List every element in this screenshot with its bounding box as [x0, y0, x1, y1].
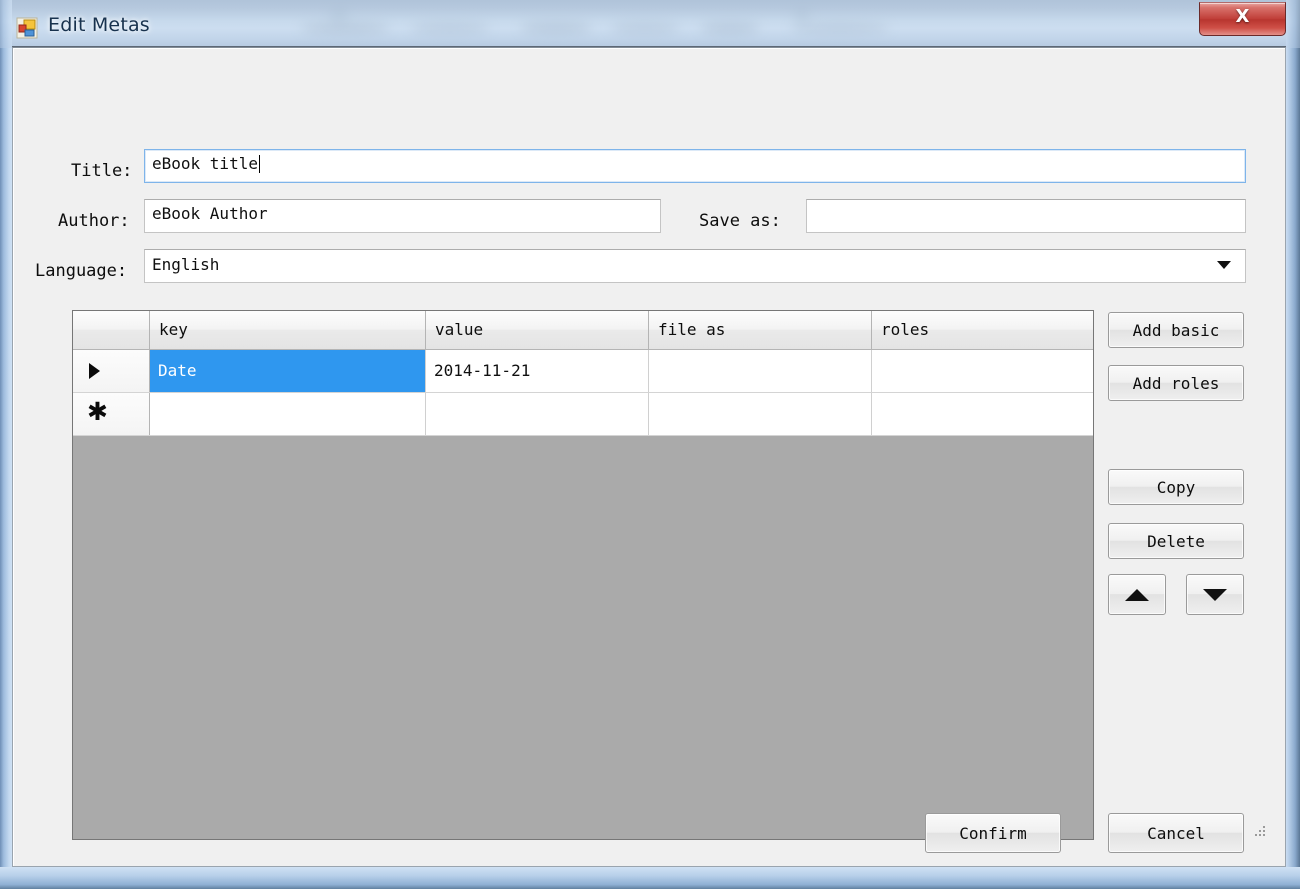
- grid-column-header-value[interactable]: value: [426, 311, 649, 349]
- title-bar[interactable]: Edit Metas X: [0, 0, 1300, 48]
- cancel-label: Cancel: [1147, 824, 1205, 843]
- metadata-grid[interactable]: key value file as roles Date 2014-11-21: [72, 310, 1094, 840]
- grid-header-row: key value file as roles: [73, 311, 1093, 350]
- language-label: Language:: [35, 261, 128, 281]
- language-select[interactable]: English: [144, 249, 1246, 283]
- current-row-arrow-icon: [89, 363, 100, 379]
- grid-column-header-fileas[interactable]: file as: [649, 311, 872, 349]
- grid-newrow-cell-value[interactable]: [426, 393, 649, 435]
- title-input-value: eBook title: [152, 154, 258, 173]
- grid-column-header-roles[interactable]: roles: [872, 311, 1093, 349]
- row-header-new[interactable]: ✱: [73, 393, 150, 435]
- grid-select-all-corner[interactable]: [73, 311, 150, 349]
- grid-newrow-cell-roles[interactable]: [872, 393, 1093, 435]
- dialog-client-area: Title: eBook title Author: eBook Author …: [12, 47, 1286, 867]
- copy-button[interactable]: Copy: [1108, 469, 1244, 505]
- desktop-backdrop: Edit Metas X Title: eBook title Author: …: [0, 0, 1300, 889]
- author-input[interactable]: eBook Author: [144, 199, 661, 233]
- save-as-label: Save as:: [699, 211, 781, 231]
- title-input[interactable]: eBook title: [144, 149, 1246, 183]
- window-border-right: [1286, 0, 1300, 889]
- grid-empty-area: [73, 436, 1093, 839]
- add-basic-label: Add basic: [1132, 321, 1220, 340]
- author-input-value: eBook Author: [152, 204, 268, 223]
- move-down-button[interactable]: [1186, 574, 1244, 615]
- language-selected-value: English: [152, 255, 220, 274]
- winform-icon: [16, 17, 38, 39]
- grid-cell-fileas[interactable]: [649, 350, 872, 392]
- resize-grip[interactable]: [1253, 826, 1267, 840]
- window-border-left: [0, 0, 12, 889]
- copy-label: Copy: [1156, 478, 1196, 497]
- move-up-button[interactable]: [1108, 574, 1166, 615]
- add-basic-button[interactable]: Add basic: [1108, 312, 1244, 348]
- close-icon: X: [1235, 6, 1250, 27]
- table-row[interactable]: Date 2014-11-21: [73, 350, 1093, 393]
- dialog-window: Edit Metas X Title: eBook title Author: …: [0, 0, 1300, 889]
- add-roles-label: Add roles: [1132, 374, 1220, 393]
- add-roles-button[interactable]: Add roles: [1108, 365, 1244, 401]
- close-button[interactable]: X: [1199, 2, 1286, 36]
- row-header-current[interactable]: [73, 350, 150, 392]
- grid-cell-roles[interactable]: [872, 350, 1093, 392]
- chevron-down-icon: [1217, 261, 1231, 269]
- text-caret: [258, 155, 260, 173]
- table-row-new[interactable]: ✱: [73, 393, 1093, 436]
- save-as-input[interactable]: [806, 199, 1246, 233]
- grid-newrow-cell-fileas[interactable]: [649, 393, 872, 435]
- grid-newrow-cell-key[interactable]: [150, 393, 426, 435]
- grid-cell-key[interactable]: Date: [150, 350, 426, 392]
- grid-column-header-key[interactable]: key: [150, 311, 426, 349]
- window-border-bottom: [0, 867, 1300, 889]
- delete-label: Delete: [1147, 532, 1205, 551]
- confirm-button[interactable]: Confirm: [925, 813, 1061, 853]
- arrow-down-icon: [1203, 588, 1227, 601]
- title-field-label: Title:: [71, 161, 133, 181]
- author-field-label: Author:: [58, 211, 130, 231]
- delete-button[interactable]: Delete: [1108, 523, 1244, 559]
- new-row-asterisk-icon: ✱: [87, 397, 108, 426]
- window-title: Edit Metas: [48, 14, 150, 36]
- arrow-up-icon: [1125, 588, 1149, 601]
- cancel-button[interactable]: Cancel: [1108, 813, 1244, 853]
- confirm-label: Confirm: [959, 824, 1027, 843]
- grid-cell-value[interactable]: 2014-11-21: [426, 350, 649, 392]
